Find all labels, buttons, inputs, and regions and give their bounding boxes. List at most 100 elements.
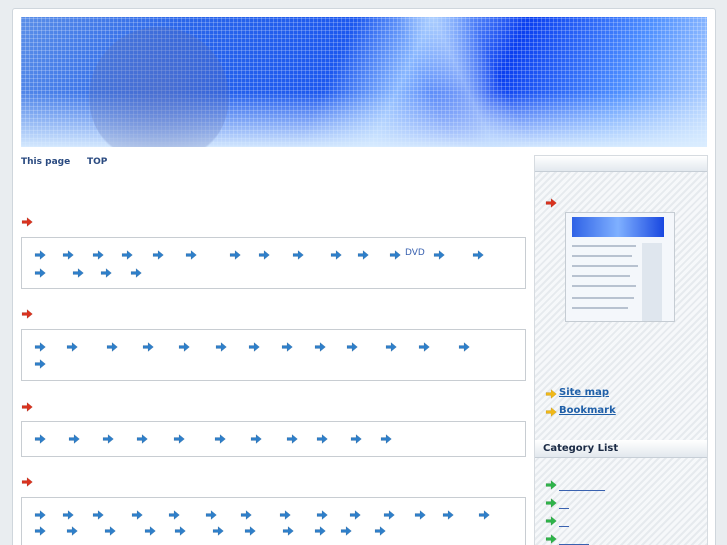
- blue-arrow-link-icon[interactable]: [258, 250, 270, 260]
- sidebar-red-arrow-icon: [545, 198, 557, 208]
- blue-arrow-link-icon[interactable]: [185, 250, 197, 260]
- bookmark-link[interactable]: Bookmark: [559, 405, 616, 416]
- header-banner: [21, 17, 707, 147]
- category-list-title: Category List: [535, 440, 707, 458]
- blue-arrow-link-icon[interactable]: [130, 268, 142, 278]
- blue-arrow-link-icon[interactable]: [286, 434, 298, 444]
- thumbnail-line: [572, 265, 638, 267]
- blue-arrow-link-icon[interactable]: [205, 510, 217, 520]
- blue-arrow-link-icon[interactable]: [34, 434, 46, 444]
- blue-arrow-link-icon[interactable]: [212, 526, 224, 536]
- blue-arrow-link-icon[interactable]: [346, 342, 358, 352]
- blue-arrow-link-icon[interactable]: [34, 250, 46, 260]
- blue-arrow-link-icon[interactable]: [34, 268, 46, 278]
- blue-arrow-link-icon[interactable]: [240, 510, 252, 520]
- thumbnail-banner: [572, 217, 664, 237]
- blue-arrow-link-icon[interactable]: [350, 434, 362, 444]
- blue-arrow-link-icon[interactable]: [34, 526, 46, 536]
- blue-arrow-link-icon[interactable]: [214, 434, 226, 444]
- page-frame: This page TOP DVD Site map Bookmark Cate…: [12, 8, 716, 545]
- blue-arrow-link-icon[interactable]: [121, 250, 133, 260]
- blue-arrow-link-icon[interactable]: [92, 250, 104, 260]
- sitemap-arrow-icon: [545, 389, 557, 399]
- thumbnail-line: [572, 285, 636, 287]
- blue-arrow-link-icon[interactable]: [340, 526, 352, 536]
- category-link[interactable]: [559, 526, 569, 527]
- blue-arrow-link-icon[interactable]: [316, 510, 328, 520]
- dvd-label[interactable]: DVD: [405, 248, 425, 258]
- blue-arrow-link-icon[interactable]: [349, 510, 361, 520]
- thumbnail-line: [572, 245, 636, 247]
- blue-arrow-link-icon[interactable]: [414, 510, 426, 520]
- thumbnail-sidebar: [642, 243, 662, 321]
- blue-arrow-link-icon[interactable]: [330, 250, 342, 260]
- nav-top-link[interactable]: TOP: [87, 157, 107, 167]
- blue-arrow-link-icon[interactable]: [142, 342, 154, 352]
- blue-arrow-link-icon[interactable]: [168, 510, 180, 520]
- blue-arrow-link-icon[interactable]: [418, 342, 430, 352]
- section-1-link-box: DVD: [21, 237, 526, 289]
- blue-arrow-link-icon[interactable]: [174, 526, 186, 536]
- blue-arrow-link-icon[interactable]: [66, 526, 78, 536]
- blue-arrow-link-icon[interactable]: [281, 342, 293, 352]
- blue-arrow-link-icon[interactable]: [144, 526, 156, 536]
- blue-arrow-link-icon[interactable]: [314, 342, 326, 352]
- blue-arrow-link-icon[interactable]: [173, 434, 185, 444]
- blue-arrow-link-icon[interactable]: [244, 526, 256, 536]
- blue-arrow-link-icon[interactable]: [34, 510, 46, 520]
- bookmark-arrow-icon: [545, 407, 557, 417]
- blue-arrow-link-icon[interactable]: [383, 510, 395, 520]
- blue-arrow-link-icon[interactable]: [62, 250, 74, 260]
- blue-arrow-link-icon[interactable]: [34, 342, 46, 352]
- blue-arrow-link-icon[interactable]: [357, 250, 369, 260]
- blue-arrow-link-icon[interactable]: [229, 250, 241, 260]
- blue-arrow-link-icon[interactable]: [279, 510, 291, 520]
- site-thumbnail[interactable]: [565, 212, 675, 322]
- blue-arrow-link-icon[interactable]: [316, 434, 328, 444]
- blue-arrow-link-icon[interactable]: [282, 526, 294, 536]
- blue-arrow-link-icon[interactable]: [292, 250, 304, 260]
- blue-arrow-link-icon[interactable]: [102, 434, 114, 444]
- blue-arrow-link-icon[interactable]: [385, 342, 397, 352]
- blue-arrow-link-icon[interactable]: [100, 268, 112, 278]
- blue-arrow-link-icon[interactable]: [442, 510, 454, 520]
- blue-arrow-link-icon[interactable]: [250, 434, 262, 444]
- blue-arrow-link-icon[interactable]: [215, 342, 227, 352]
- blue-arrow-link-icon[interactable]: [433, 250, 445, 260]
- site-map-link[interactable]: Site map: [559, 387, 609, 398]
- blue-arrow-link-icon[interactable]: [178, 342, 190, 352]
- thumbnail-line: [572, 297, 634, 299]
- section-4-red-arrow-icon: [21, 477, 33, 487]
- blue-arrow-link-icon[interactable]: [152, 250, 164, 260]
- blue-arrow-link-icon[interactable]: [248, 342, 260, 352]
- nav-this-page-link[interactable]: This page: [21, 157, 70, 167]
- section-3-red-arrow-icon: [21, 402, 33, 412]
- category-link[interactable]: [559, 508, 569, 509]
- thumbnail-line: [572, 255, 632, 257]
- blue-arrow-link-icon[interactable]: [106, 342, 118, 352]
- section-2-link-box: [21, 329, 526, 381]
- blue-arrow-link-icon[interactable]: [68, 434, 80, 444]
- blue-arrow-link-icon[interactable]: [66, 342, 78, 352]
- banner-glow: [396, 17, 536, 147]
- blue-arrow-link-icon[interactable]: [478, 510, 490, 520]
- blue-arrow-link-icon[interactable]: [458, 342, 470, 352]
- blue-arrow-link-icon[interactable]: [34, 359, 46, 369]
- blue-arrow-link-icon[interactable]: [72, 268, 84, 278]
- blue-arrow-link-icon[interactable]: [104, 526, 116, 536]
- blue-arrow-link-icon[interactable]: [62, 510, 74, 520]
- sidebar-top-bar: [535, 156, 707, 172]
- blue-arrow-link-icon[interactable]: [314, 526, 326, 536]
- blue-arrow-link-icon[interactable]: [380, 434, 392, 444]
- category-link[interactable]: [559, 490, 605, 491]
- blue-arrow-link-icon[interactable]: [389, 250, 401, 260]
- thumbnail-line: [572, 307, 628, 309]
- blue-arrow-link-icon[interactable]: [472, 250, 484, 260]
- blue-arrow-link-icon[interactable]: [131, 510, 143, 520]
- blue-arrow-link-icon[interactable]: [92, 510, 104, 520]
- blue-arrow-link-icon[interactable]: [136, 434, 148, 444]
- category-arrow-icon: [545, 534, 557, 544]
- blue-arrow-link-icon[interactable]: [374, 526, 386, 536]
- category-arrow-icon: [545, 498, 557, 508]
- category-arrow-icon: [545, 480, 557, 490]
